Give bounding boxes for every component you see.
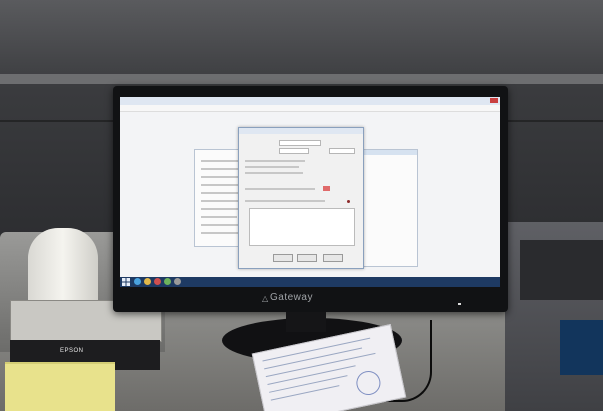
monitor-screen <box>120 97 500 287</box>
photo-scene: EPSON △ Gateway <box>0 0 603 411</box>
app-icon[interactable] <box>164 278 171 285</box>
side-device-screen <box>560 320 603 375</box>
panel-row <box>201 232 241 234</box>
power-led <box>458 303 461 305</box>
close-button[interactable] <box>490 98 498 103</box>
right-panel <box>358 149 418 267</box>
taskbar <box>120 277 500 287</box>
dialog-field[interactable] <box>279 140 321 146</box>
status-dot <box>347 200 350 203</box>
shelf <box>0 0 603 78</box>
windows-start-icon[interactable] <box>122 278 130 286</box>
dialog-row <box>245 200 325 202</box>
browser-icon[interactable] <box>134 278 141 285</box>
dialog-button[interactable] <box>323 254 343 262</box>
right-panel-header <box>359 150 417 155</box>
dialog-row <box>245 160 305 162</box>
folder-icon[interactable] <box>144 278 151 285</box>
monitor-stand-neck <box>286 312 326 332</box>
side-device-slot <box>520 240 603 300</box>
dialog-row <box>245 166 299 168</box>
dialog-button[interactable] <box>273 254 293 262</box>
app-icon[interactable] <box>174 278 181 285</box>
form-line <box>269 375 348 393</box>
dialog-row <box>245 188 315 190</box>
minimize-button[interactable] <box>472 98 480 103</box>
panel-row <box>201 216 237 218</box>
monitor-brand: Gateway <box>270 292 313 303</box>
app-icon[interactable] <box>154 278 161 285</box>
window-title-bar <box>120 97 500 105</box>
sticky-notepad <box>5 362 115 411</box>
dialog-field[interactable] <box>329 148 355 154</box>
panel-row <box>201 200 241 202</box>
panel-row <box>201 224 243 226</box>
printer-label: EPSON <box>60 348 84 354</box>
shelf-edge <box>0 74 603 84</box>
highlighted-button[interactable] <box>323 186 330 191</box>
maximize-button[interactable] <box>481 98 489 103</box>
dialog-button[interactable] <box>297 254 317 262</box>
dialog-window <box>238 127 364 269</box>
stamp-icon <box>354 368 383 398</box>
panel-row <box>201 168 241 170</box>
panel-row <box>201 184 239 186</box>
dialog-table <box>249 208 355 246</box>
menu-bar[interactable] <box>120 105 500 112</box>
dialog-row <box>245 172 303 174</box>
dialog-field[interactable] <box>279 148 309 154</box>
gateway-logo-icon: △ <box>262 294 269 303</box>
dialog-title-bar <box>239 128 363 134</box>
form-line <box>270 385 340 401</box>
